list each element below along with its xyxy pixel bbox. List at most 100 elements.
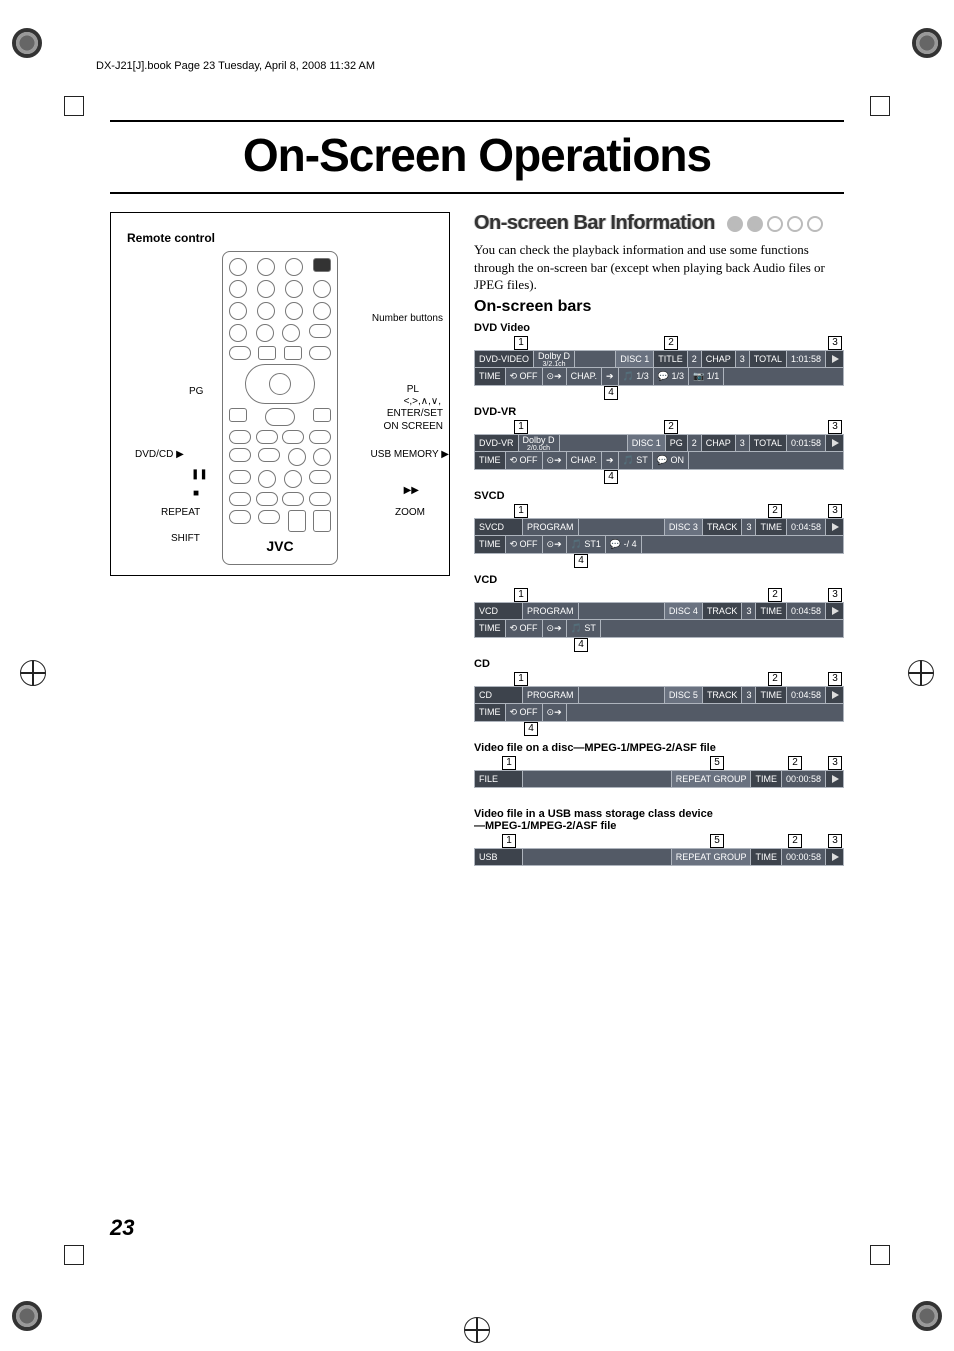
cell-media-type: DVD-VIDEO	[475, 351, 534, 367]
cell-media-type: USB	[475, 849, 523, 865]
cell-time: 1:01:58	[787, 351, 826, 367]
register-mark-icon	[20, 660, 46, 686]
callout-2: 2	[768, 588, 782, 602]
cell-spacer	[642, 536, 843, 553]
cell-media-type: FILE	[475, 771, 523, 787]
cell-track-n: 3	[742, 519, 756, 535]
cell-media-type: CD	[475, 687, 523, 703]
cell-disc: DISC 5	[665, 687, 703, 703]
cell-spacer	[567, 704, 843, 721]
cell-goto: ⊙➔	[543, 368, 567, 385]
cell-aud: 🎵 ST	[567, 620, 601, 637]
cell-sub: 💬 ON	[653, 452, 689, 469]
callout-3: 3	[828, 834, 842, 848]
cell-time: 00:00:58	[782, 849, 826, 865]
cell-spacer	[523, 771, 672, 787]
page-number: 23	[110, 1215, 134, 1241]
cell-time-label: TIME	[475, 536, 506, 553]
corner-mark-icon	[870, 1245, 890, 1265]
corner-mark-icon	[870, 96, 890, 116]
cell-repeat: ⟲ OFF	[506, 620, 543, 637]
cell-spacer	[579, 519, 665, 535]
label-stop: ■	[193, 488, 199, 499]
cell-sub: 💬 1/3	[654, 368, 689, 385]
cell-time-label: TIME	[475, 704, 506, 721]
print-mark-icon	[912, 1301, 942, 1331]
section-intro: You can check the playback information a…	[474, 241, 844, 294]
bar-label-cd: CD	[474, 658, 844, 670]
cell-time-label: TIME	[756, 519, 787, 535]
callout-3: 3	[828, 420, 842, 434]
cell-title-label: TITLE	[654, 351, 688, 367]
cell-time-label: TIME	[756, 687, 787, 703]
cell-time-label: TIME	[475, 368, 506, 385]
cell-program: PROGRAM	[523, 687, 579, 703]
label-zoom: ZOOM	[395, 507, 425, 518]
cell-time: 00:00:58	[782, 771, 826, 787]
cell-audio-ch: 3/2.1ch	[543, 361, 566, 368]
callout-3: 3	[828, 336, 842, 350]
brand-logo: JVC	[229, 538, 331, 554]
bar-label-dvd-vr: DVD-VR	[474, 406, 844, 418]
cell-spacer	[579, 603, 665, 619]
corner-mark-icon	[64, 96, 84, 116]
callout-1: 1	[514, 504, 528, 518]
cell-media-type: DVD-VR	[475, 435, 519, 451]
bar-label-svcd: SVCD	[474, 490, 844, 502]
cell-disc: DISC 3	[665, 519, 703, 535]
label-on-screen: ON SCREEN	[384, 421, 443, 432]
cell-audio-ch: 2/0.0ch	[527, 445, 550, 452]
cell-pg-n: 2	[688, 435, 702, 451]
cell-spacer	[575, 351, 616, 367]
label-shift: SHIFT	[171, 533, 200, 544]
osd-dvd-vr: 1 2 3 4 DVD-VR Dolby D 2/0.0ch DISC 1 PG	[474, 420, 844, 484]
label-enter-set: ENTER/SET	[387, 408, 443, 419]
cell-spacer	[560, 435, 628, 451]
osd-dvd-video: 1 2 3 4 DVD-VIDEO Dolby D 3/2.1ch DISC 1…	[474, 336, 844, 400]
callout-2: 2	[788, 834, 802, 848]
bar-label-file-disc: Video file on a disc—MPEG-1/MPEG-2/ASF f…	[474, 742, 844, 754]
cell-chap-n: 3	[736, 435, 750, 451]
cell-play-icon	[826, 519, 843, 535]
cell-title-n: 2	[688, 351, 702, 367]
osd-file-disc: 1 5 2 3 FILE REPEAT GROUP TIME 00:00:58	[474, 756, 844, 802]
cell-play-icon	[826, 687, 843, 703]
cell-repeat: ⟲ OFF	[506, 452, 543, 469]
corner-mark-icon	[64, 1245, 84, 1265]
cell-time-label: TIME	[475, 620, 506, 637]
cell-goto: ⊙➔	[543, 536, 567, 553]
callout-2: 2	[768, 672, 782, 686]
cell-repeat-mode: REPEAT GROUP	[672, 771, 752, 787]
callout-4: 4	[574, 638, 588, 652]
cell-goto: ⊙➔	[543, 452, 567, 469]
cell-arrow: ➔	[602, 452, 619, 469]
cell-goto: ⊙➔	[543, 620, 567, 637]
cell-spacer	[601, 620, 843, 637]
cell-goto: ⊙➔	[543, 704, 567, 721]
cell-time-label: TIME	[756, 603, 787, 619]
bar-label-vcd: VCD	[474, 574, 844, 586]
cell-media-type: VCD	[475, 603, 523, 619]
remote-body: JVC	[222, 251, 338, 565]
disc-dots-icon	[727, 216, 823, 232]
cell-spacer	[523, 849, 672, 865]
cell-time-label: TIME	[475, 452, 506, 469]
section-title-text: On-screen Bar Information	[474, 212, 715, 235]
page-title: On-Screen Operations	[110, 128, 844, 182]
cell-time: 0:01:58	[787, 435, 826, 451]
callout-1: 1	[502, 756, 516, 770]
callout-4: 4	[604, 470, 618, 484]
section-title: On-screen Bar Information	[474, 212, 844, 235]
cell-chap-n: 3	[736, 351, 750, 367]
cell-play-icon	[826, 849, 843, 865]
cell-time-label: TIME	[751, 771, 782, 787]
cell-disc: DISC 1	[628, 435, 666, 451]
cell-aud: 🎵 ST	[619, 452, 653, 469]
cell-play-icon	[826, 435, 843, 451]
cell-spacer	[724, 368, 843, 385]
callout-3: 3	[828, 504, 842, 518]
callout-5: 5	[710, 834, 724, 848]
osd-vcd: 1 2 3 4 VCD PROGRAM DISC 4 TRACK 3 TIME …	[474, 588, 844, 652]
cell-track-n: 3	[742, 687, 756, 703]
cell-time: 0:04:58	[787, 687, 826, 703]
